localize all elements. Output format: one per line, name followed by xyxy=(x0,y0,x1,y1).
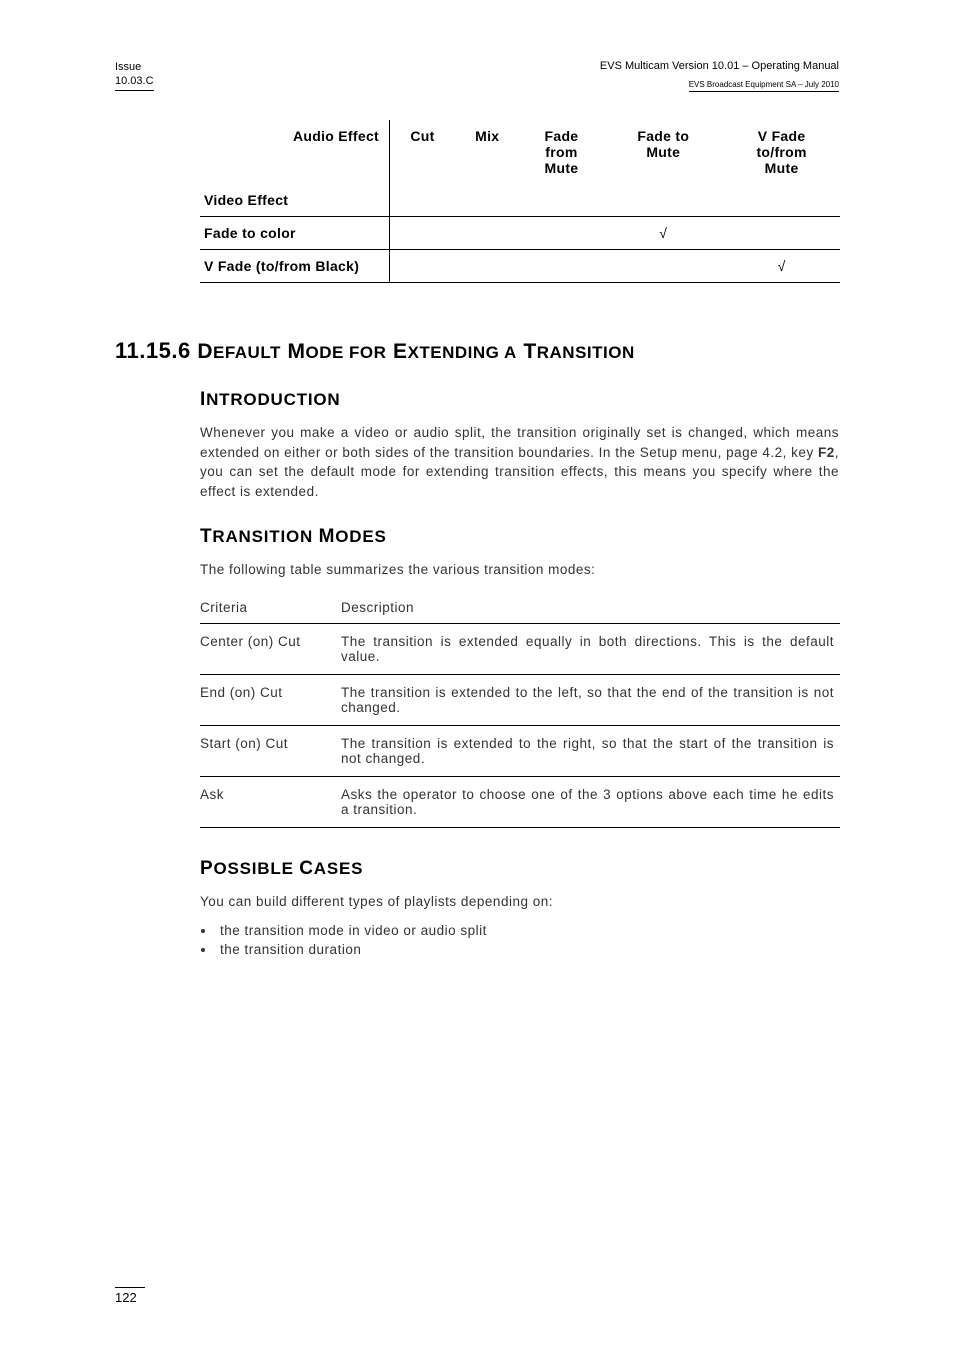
possible-cases-heading: POSSIBLE CASES xyxy=(200,858,839,880)
criteria-cell: Start (on) Cut xyxy=(200,725,341,776)
table-row: Ask Asks the operator to choose one of t… xyxy=(200,776,840,827)
cell xyxy=(520,250,604,283)
criteria-cell: Ask xyxy=(200,776,341,827)
criteria-cell: Center (on) Cut xyxy=(200,623,341,674)
header-issue: Issue 10.03.C xyxy=(115,60,154,91)
transition-modes-heading: TRANSITION MODES xyxy=(200,526,839,548)
audio-effect-header: Audio Effect xyxy=(200,120,390,184)
effects-table: Audio Effect Cut Mix FadefromMute Fade t… xyxy=(200,120,840,283)
col-description: Description xyxy=(341,592,840,624)
description-cell: The transition is extended equally in bo… xyxy=(341,623,840,674)
cell xyxy=(603,250,723,283)
header-manual: EVS Multicam Version 10.01 – Operating M… xyxy=(600,60,839,92)
possible-cases-intro: You can build different types of playlis… xyxy=(200,892,839,912)
description-cell: Asks the operator to choose one of the 3… xyxy=(341,776,840,827)
col-fade-from-mute: FadefromMute xyxy=(520,120,604,184)
transition-modes-intro: The following table summarizes the vario… xyxy=(200,560,839,580)
manual-title: EVS Multicam Version 10.01 – Operating M… xyxy=(600,60,839,73)
modes-table: Criteria Description Center (on) Cut The… xyxy=(200,592,840,828)
description-cell: The transition is extended to the right,… xyxy=(341,725,840,776)
cell xyxy=(390,250,456,283)
cell: √ xyxy=(723,250,840,283)
cell: √ xyxy=(603,217,723,250)
issue-label: Issue xyxy=(115,61,141,73)
video-effect-header: Video Effect xyxy=(200,184,390,217)
section-number: 11.15.6 xyxy=(115,338,191,363)
criteria-cell: End (on) Cut xyxy=(200,674,341,725)
possible-cases-list: the transition mode in video or audio sp… xyxy=(200,923,839,957)
cell xyxy=(390,217,456,250)
col-mix: Mix xyxy=(455,120,520,184)
issue-number: 10.03.C xyxy=(115,75,154,87)
row-fade-to-color: Fade to color xyxy=(200,217,390,250)
introduction-text: Whenever you make a video or audio split… xyxy=(200,423,839,501)
section-heading: 11.15.6 DEFAULT MODE FOR EXTENDING A TRA… xyxy=(115,338,839,364)
cell xyxy=(455,217,520,250)
cell xyxy=(455,250,520,283)
table-row: Start (on) Cut The transition is extende… xyxy=(200,725,840,776)
introduction-heading: INTRODUCTION xyxy=(200,389,839,411)
table-row: End (on) Cut The transition is extended … xyxy=(200,674,840,725)
row-vfade-black: V Fade (to/from Black) xyxy=(200,250,390,283)
list-item: the transition duration xyxy=(216,942,839,957)
cell xyxy=(520,217,604,250)
list-item: the transition mode in video or audio sp… xyxy=(216,923,839,938)
cell xyxy=(723,217,840,250)
manual-subtitle: EVS Broadcast Equipment SA – July 2010 xyxy=(689,80,839,92)
page-number: 122 xyxy=(115,1287,145,1305)
table-row: Center (on) Cut The transition is extend… xyxy=(200,623,840,674)
col-criteria: Criteria xyxy=(200,592,341,624)
col-cut: Cut xyxy=(390,120,456,184)
description-cell: The transition is extended to the left, … xyxy=(341,674,840,725)
col-vfade-mute: V Fadeto/fromMute xyxy=(723,120,840,184)
col-fade-to-mute: Fade toMute xyxy=(603,120,723,184)
